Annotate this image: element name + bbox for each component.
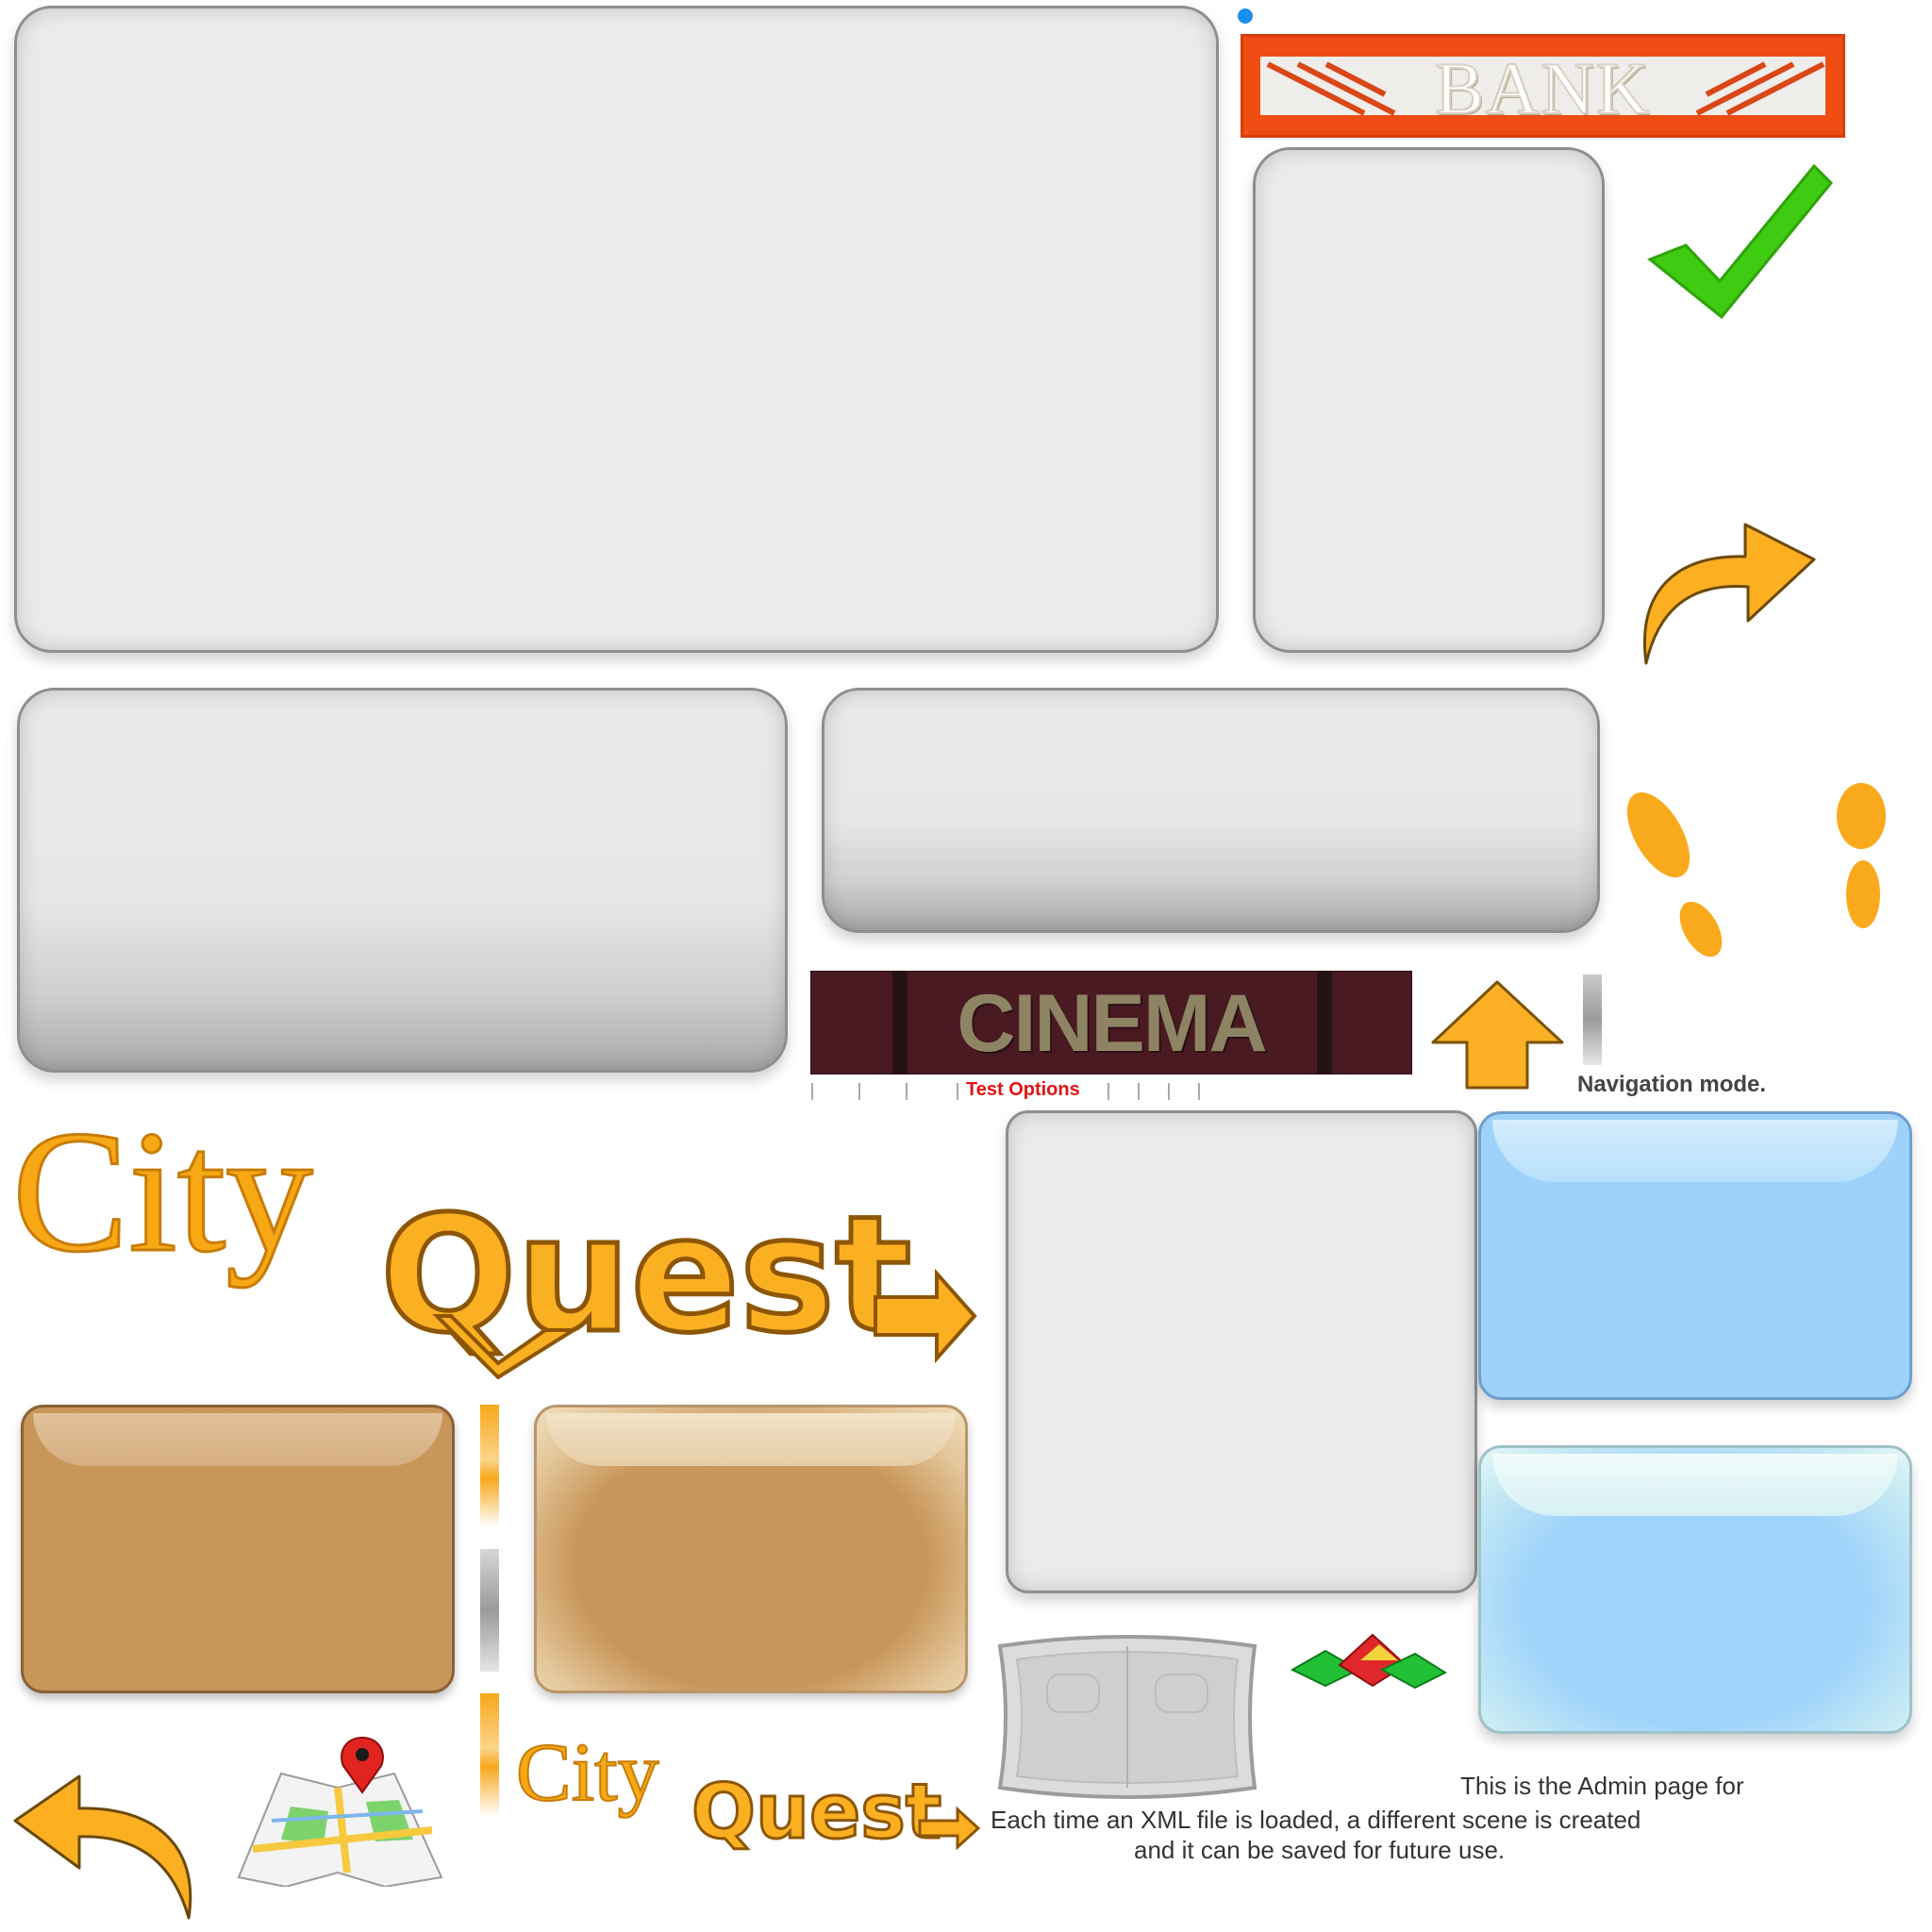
cinema-label: CINEMA bbox=[957, 978, 1267, 1069]
blue-button-panel[interactable] bbox=[1478, 1111, 1912, 1400]
logo-small-quest-text: Quest bbox=[691, 1768, 941, 1856]
navigation-mode-label: Navigation mode. bbox=[1577, 1072, 1767, 1097]
admin-caption-line1: This is the Admin page for bbox=[1460, 1772, 1744, 1800]
cinema-sign[interactable]: CINEMA bbox=[810, 971, 1412, 1074]
gems-icon bbox=[1290, 1633, 1448, 1690]
arrow-up-icon[interactable] bbox=[1429, 978, 1566, 1091]
checkmark-icon[interactable] bbox=[1646, 160, 1835, 325]
cityquest-logo-small: City Quest bbox=[515, 1726, 981, 1857]
logo-city-text: City bbox=[12, 1095, 313, 1289]
panel-medium-right[interactable] bbox=[822, 688, 1600, 933]
scroll-strip-orange-1[interactable] bbox=[480, 1405, 499, 1527]
menu-test-options[interactable]: Test Options bbox=[966, 1079, 1080, 1101]
dot-icon bbox=[1238, 8, 1253, 24]
panel-square bbox=[1006, 1110, 1477, 1593]
logo-small-city-text: City bbox=[516, 1727, 659, 1819]
scroll-strip-grey[interactable] bbox=[1583, 974, 1602, 1065]
admin-caption-line3: and it can be saved for future use. bbox=[1134, 1836, 1506, 1864]
side-panel-tall bbox=[1253, 147, 1605, 653]
balance-board-icon[interactable] bbox=[991, 1627, 1264, 1807]
map-pin-icon[interactable] bbox=[234, 1736, 446, 1887]
cityquest-logo: City Quest bbox=[11, 1094, 977, 1380]
tan-button-panel[interactable] bbox=[21, 1405, 455, 1693]
bank-sign[interactable]: BANK bbox=[1241, 34, 1845, 138]
admin-caption-line2: Each time an XML file is loaded, a diffe… bbox=[991, 1806, 1641, 1834]
scroll-strip-orange-2[interactable] bbox=[480, 1693, 499, 1816]
curved-arrow-right-icon[interactable] bbox=[1637, 489, 1821, 668]
panel-medium-left[interactable] bbox=[17, 688, 788, 1073]
tan-button-panel-light[interactable] bbox=[534, 1405, 968, 1693]
scroll-strip-grey-2[interactable] bbox=[480, 1549, 499, 1672]
footprints-icon bbox=[1626, 783, 1886, 958]
bank-label: BANK bbox=[1434, 47, 1651, 129]
curved-arrow-left-icon[interactable] bbox=[11, 1750, 200, 1920]
blue-button-panel-light[interactable] bbox=[1478, 1445, 1912, 1734]
main-panel-large bbox=[14, 6, 1219, 653]
